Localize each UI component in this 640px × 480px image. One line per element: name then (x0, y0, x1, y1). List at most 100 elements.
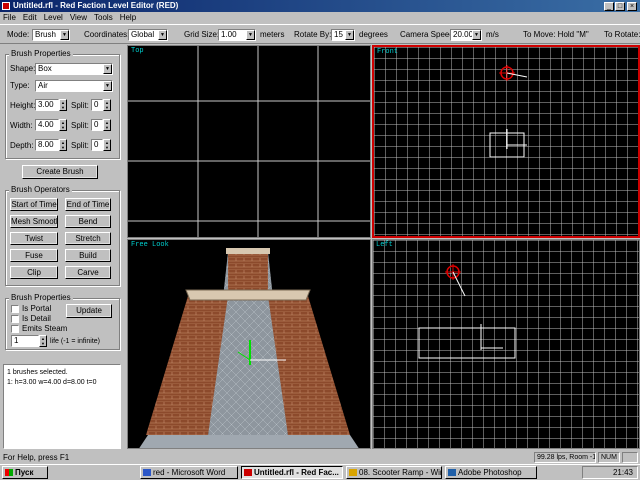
camera-unit: m/s (486, 30, 499, 39)
is-portal-checkbox[interactable] (11, 305, 19, 313)
rotate-label: Rotate By: (294, 30, 332, 39)
life-stepper[interactable]: ▲ ▼ (39, 335, 47, 347)
task-label: Untitled.rfl - Red Fac... (254, 468, 339, 477)
menu-file[interactable]: File (3, 13, 16, 22)
chevron-down-icon[interactable]: ▼ (345, 30, 354, 40)
update-button[interactable]: Update (66, 304, 112, 318)
twist-button[interactable]: Twist (10, 232, 58, 245)
red-icon (244, 469, 252, 476)
shape-select[interactable]: Box ▼ (35, 63, 113, 75)
minimize-button[interactable]: _ (604, 2, 614, 11)
clock[interactable]: 21:43 (613, 468, 633, 477)
emits-steam-checkbox[interactable] (11, 325, 19, 333)
chevron-down-icon[interactable]: ▼ (246, 30, 255, 40)
shape-value: Box (38, 64, 52, 73)
split-label: Split: (71, 101, 89, 110)
left-viewport[interactable]: Left (372, 239, 640, 449)
freelook-viewport[interactable]: Free Look (127, 239, 371, 449)
shape-label: Shape: (10, 64, 36, 73)
chevron-down-icon[interactable]: ▼ (158, 30, 167, 40)
width-split-stepper[interactable]: ▲ ▼ (103, 119, 111, 131)
coords-label: Coordinates: (84, 30, 130, 39)
depth-split-stepper[interactable]: ▲ ▼ (103, 139, 111, 151)
rotate-unit: degrees (359, 30, 388, 39)
type-label: Type: (10, 81, 30, 90)
log-panel[interactable]: 1 brushes selected. 1: h=3.00 w=4.00 d=8… (3, 364, 121, 449)
close-button[interactable]: × (627, 2, 637, 11)
top-viewport[interactable]: Top (127, 45, 371, 238)
task-red[interactable]: Untitled.rfl - Red Fac... (241, 466, 343, 479)
type-value: Air (38, 81, 48, 90)
life-input[interactable]: 1 (11, 335, 39, 347)
bend-button[interactable]: Bend (65, 215, 111, 228)
app-icon[interactable] (2, 2, 10, 10)
rotate-value: 15 (334, 30, 343, 39)
camera-value: 20.00 (453, 30, 474, 39)
task-label: Adobe Photoshop (458, 468, 522, 477)
front-viewport[interactable]: Front (372, 45, 640, 238)
windows-logo-icon (5, 469, 13, 476)
status-position: 99.28 lps, Room -1 (534, 452, 596, 463)
coords-select[interactable]: Global ▼ (128, 29, 168, 41)
rotate-hint: To Rotate: (604, 30, 640, 39)
grid-size-select[interactable]: 1.00 ▼ (218, 29, 256, 41)
maximize-button[interactable]: □ (615, 2, 625, 11)
grid-label: Grid Size: (184, 30, 220, 39)
height-split-stepper[interactable]: ▲ ▼ (103, 99, 111, 111)
menu-bar: File Edit Level View Tools Help (0, 12, 640, 24)
start-button[interactable]: Пуск (2, 466, 48, 479)
brush-properties-title: Brush Properties (9, 49, 73, 58)
top-grid (128, 46, 370, 237)
toolbar: Mode: Brush ▼ Coordinates: Global ▼ Grid S… (0, 24, 640, 44)
width-label: Width: (10, 121, 33, 130)
task-winamp[interactable]: 08. Scooter Ramp - Winamp (346, 466, 442, 479)
camera-speed-select[interactable]: 20.00 ▼ (450, 29, 482, 41)
build-button[interactable]: Build (65, 249, 111, 262)
end-of-time-button[interactable]: End of Time (65, 198, 111, 211)
is-detail-checkbox[interactable] (11, 315, 19, 323)
depth-label: Depth: (10, 141, 34, 150)
split-label: Split: (71, 141, 89, 150)
top-viewport-label: Top (131, 47, 144, 55)
height-split-input[interactable]: 0 (91, 99, 103, 111)
height-input[interactable]: 3.00 (35, 99, 59, 111)
chevron-down-icon[interactable]: ▼ (103, 64, 112, 74)
mode-select[interactable]: Brush ▼ (32, 29, 70, 41)
task-word[interactable]: red - Microsoft Word (140, 466, 238, 479)
menu-help[interactable]: Help (120, 13, 136, 22)
depth-split-input[interactable]: 0 (91, 139, 103, 151)
status-help: For Help, press F1 (3, 453, 70, 462)
depth-input[interactable]: 8.00 (35, 139, 59, 151)
grid-unit: meters (260, 30, 285, 39)
rotate-select[interactable]: 15 ▼ (331, 29, 355, 41)
move-hint: To Move: Hold "M" (523, 30, 589, 39)
chevron-down-icon[interactable]: ▼ (60, 30, 69, 40)
word-icon (143, 469, 151, 476)
width-input[interactable]: 4.00 (35, 119, 59, 131)
camera-label: Camera Speed: (400, 30, 457, 39)
type-select[interactable]: Air ▼ (35, 80, 113, 92)
carve-button[interactable]: Carve (65, 266, 111, 279)
log-line: 1: h=3.00 w=4.00 d=8.00 t=0 (7, 379, 97, 386)
task-photoshop[interactable]: Adobe Photoshop (445, 466, 537, 479)
width-split-input[interactable]: 0 (91, 119, 103, 131)
start-label: Пуск (15, 468, 34, 477)
menu-view[interactable]: View (70, 13, 87, 22)
status-empty (622, 452, 638, 463)
start-of-time-button[interactable]: Start of Time (10, 198, 58, 211)
mesh-smooth-button[interactable]: Mesh Smooth (10, 215, 58, 228)
stretch-button[interactable]: Stretch (65, 232, 111, 245)
clip-button[interactable]: Clip (10, 266, 58, 279)
window-title: Untitled.rfl - Red Faction Level Editor … (13, 1, 179, 10)
create-brush-button[interactable]: Create Brush (22, 165, 98, 179)
chevron-down-icon[interactable]: ▼ (472, 30, 481, 40)
front-viewport-label: Front (377, 48, 399, 56)
depth-stepper[interactable]: ▲ ▼ (59, 139, 67, 151)
chevron-down-icon[interactable]: ▼ (103, 81, 112, 91)
menu-edit[interactable]: Edit (23, 13, 37, 22)
menu-tools[interactable]: Tools (94, 13, 113, 22)
width-stepper[interactable]: ▲ ▼ (59, 119, 67, 131)
menu-level[interactable]: Level (44, 13, 63, 22)
height-stepper[interactable]: ▲ ▼ (59, 99, 67, 111)
fuse-button[interactable]: Fuse (10, 249, 58, 262)
